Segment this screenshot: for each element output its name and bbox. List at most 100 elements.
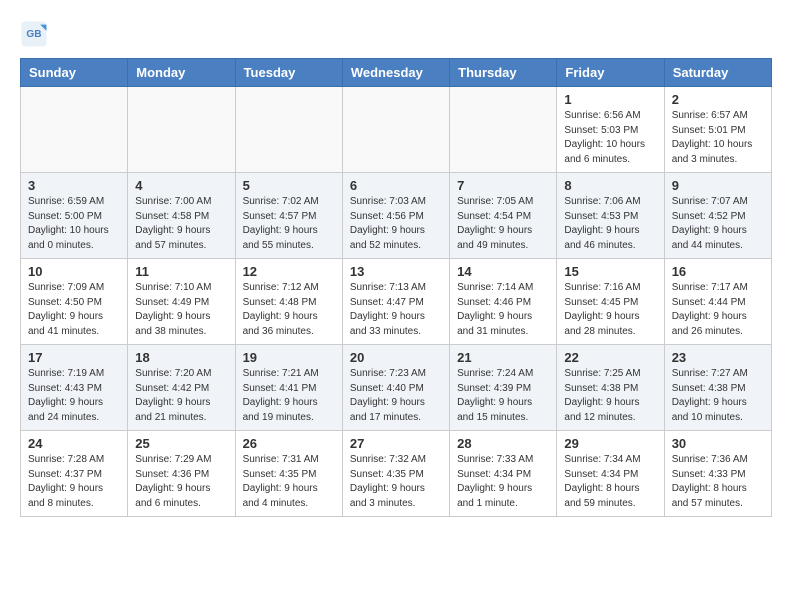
day-number: 19 (243, 350, 335, 365)
day-info: Sunrise: 7:09 AM Sunset: 4:50 PM Dayligh… (28, 281, 120, 339)
day-info: Sunrise: 7:27 AM Sunset: 4:38 PM Dayligh… (672, 367, 764, 425)
calendar-cell: 28 Sunrise: 7:33 AM Sunset: 4:34 PM Dayli… (450, 431, 557, 517)
calendar-cell: 2 Sunrise: 6:57 AM Sunset: 5:01 PM Daylig… (664, 87, 771, 173)
weekday-sunday: Sunday (21, 59, 128, 87)
day-info: Sunrise: 6:57 AM Sunset: 5:01 PM Dayligh… (672, 109, 764, 167)
day-number: 25 (135, 436, 227, 451)
day-number: 16 (672, 264, 764, 279)
day-number: 9 (672, 178, 764, 193)
header: GB (20, 16, 772, 48)
day-number: 3 (28, 178, 120, 193)
day-info: Sunrise: 6:56 AM Sunset: 5:03 PM Dayligh… (564, 109, 656, 167)
day-info: Sunrise: 7:02 AM Sunset: 4:57 PM Dayligh… (243, 195, 335, 253)
calendar-row-0: 1 Sunrise: 6:56 AM Sunset: 5:03 PM Daylig… (21, 87, 772, 173)
day-number: 28 (457, 436, 549, 451)
calendar-cell: 25 Sunrise: 7:29 AM Sunset: 4:36 PM Dayli… (128, 431, 235, 517)
day-number: 22 (564, 350, 656, 365)
day-info: Sunrise: 7:16 AM Sunset: 4:45 PM Dayligh… (564, 281, 656, 339)
day-info: Sunrise: 7:34 AM Sunset: 4:34 PM Dayligh… (564, 453, 656, 511)
day-info: Sunrise: 7:06 AM Sunset: 4:53 PM Dayligh… (564, 195, 656, 253)
calendar-cell: 23 Sunrise: 7:27 AM Sunset: 4:38 PM Dayli… (664, 345, 771, 431)
calendar-cell: 6 Sunrise: 7:03 AM Sunset: 4:56 PM Daylig… (342, 173, 449, 259)
calendar-cell (235, 87, 342, 173)
day-number: 11 (135, 264, 227, 279)
calendar-cell: 4 Sunrise: 7:00 AM Sunset: 4:58 PM Daylig… (128, 173, 235, 259)
day-number: 2 (672, 92, 764, 107)
weekday-friday: Friday (557, 59, 664, 87)
day-info: Sunrise: 7:13 AM Sunset: 4:47 PM Dayligh… (350, 281, 442, 339)
day-info: Sunrise: 7:05 AM Sunset: 4:54 PM Dayligh… (457, 195, 549, 253)
day-info: Sunrise: 7:32 AM Sunset: 4:35 PM Dayligh… (350, 453, 442, 511)
day-number: 24 (28, 436, 120, 451)
weekday-thursday: Thursday (450, 59, 557, 87)
calendar-cell: 14 Sunrise: 7:14 AM Sunset: 4:46 PM Dayli… (450, 259, 557, 345)
logo-icon: GB (20, 20, 48, 48)
calendar-cell: 7 Sunrise: 7:05 AM Sunset: 4:54 PM Daylig… (450, 173, 557, 259)
day-info: Sunrise: 7:28 AM Sunset: 4:37 PM Dayligh… (28, 453, 120, 511)
calendar-cell: 5 Sunrise: 7:02 AM Sunset: 4:57 PM Daylig… (235, 173, 342, 259)
day-number: 14 (457, 264, 549, 279)
calendar-cell (21, 87, 128, 173)
calendar-cell: 16 Sunrise: 7:17 AM Sunset: 4:44 PM Dayli… (664, 259, 771, 345)
calendar-cell: 24 Sunrise: 7:28 AM Sunset: 4:37 PM Dayli… (21, 431, 128, 517)
day-number: 1 (564, 92, 656, 107)
day-info: Sunrise: 7:07 AM Sunset: 4:52 PM Dayligh… (672, 195, 764, 253)
calendar-cell: 8 Sunrise: 7:06 AM Sunset: 4:53 PM Daylig… (557, 173, 664, 259)
day-info: Sunrise: 7:23 AM Sunset: 4:40 PM Dayligh… (350, 367, 442, 425)
day-info: Sunrise: 7:29 AM Sunset: 4:36 PM Dayligh… (135, 453, 227, 511)
day-info: Sunrise: 7:17 AM Sunset: 4:44 PM Dayligh… (672, 281, 764, 339)
calendar-cell: 19 Sunrise: 7:21 AM Sunset: 4:41 PM Dayli… (235, 345, 342, 431)
calendar-cell: 13 Sunrise: 7:13 AM Sunset: 4:47 PM Dayli… (342, 259, 449, 345)
calendar-cell: 21 Sunrise: 7:24 AM Sunset: 4:39 PM Dayli… (450, 345, 557, 431)
calendar-cell: 1 Sunrise: 6:56 AM Sunset: 5:03 PM Daylig… (557, 87, 664, 173)
day-number: 27 (350, 436, 442, 451)
calendar-row-2: 10 Sunrise: 7:09 AM Sunset: 4:50 PM Dayli… (21, 259, 772, 345)
calendar-cell: 30 Sunrise: 7:36 AM Sunset: 4:33 PM Dayli… (664, 431, 771, 517)
day-info: Sunrise: 7:25 AM Sunset: 4:38 PM Dayligh… (564, 367, 656, 425)
day-number: 10 (28, 264, 120, 279)
day-info: Sunrise: 7:00 AM Sunset: 4:58 PM Dayligh… (135, 195, 227, 253)
calendar-cell: 29Sunrise: 7:34 AM Sunset: 4:34 PM Dayli… (557, 431, 664, 517)
calendar-cell (342, 87, 449, 173)
weekday-monday: Monday (128, 59, 235, 87)
day-number: 7 (457, 178, 549, 193)
day-number: 23 (672, 350, 764, 365)
weekday-tuesday: Tuesday (235, 59, 342, 87)
day-info: Sunrise: 7:20 AM Sunset: 4:42 PM Dayligh… (135, 367, 227, 425)
day-info: Sunrise: 7:21 AM Sunset: 4:41 PM Dayligh… (243, 367, 335, 425)
calendar-row-3: 17Sunrise: 7:19 AM Sunset: 4:43 PM Dayli… (21, 345, 772, 431)
day-info: Sunrise: 7:12 AM Sunset: 4:48 PM Dayligh… (243, 281, 335, 339)
calendar-cell: 3Sunrise: 6:59 AM Sunset: 5:00 PM Daylig… (21, 173, 128, 259)
day-number: 17 (28, 350, 120, 365)
calendar-cell: 26 Sunrise: 7:31 AM Sunset: 4:35 PM Dayli… (235, 431, 342, 517)
calendar-cell: 15 Sunrise: 7:16 AM Sunset: 4:45 PM Dayli… (557, 259, 664, 345)
svg-text:GB: GB (26, 29, 41, 40)
day-number: 20 (350, 350, 442, 365)
calendar-cell: 10 Sunrise: 7:09 AM Sunset: 4:50 PM Dayli… (21, 259, 128, 345)
day-number: 4 (135, 178, 227, 193)
day-number: 6 (350, 178, 442, 193)
calendar-row-4: 24 Sunrise: 7:28 AM Sunset: 4:37 PM Dayli… (21, 431, 772, 517)
day-info: Sunrise: 7:31 AM Sunset: 4:35 PM Dayligh… (243, 453, 335, 511)
calendar-cell: 27 Sunrise: 7:32 AM Sunset: 4:35 PM Dayli… (342, 431, 449, 517)
calendar-cell: 12Sunrise: 7:12 AM Sunset: 4:48 PM Dayli… (235, 259, 342, 345)
day-number: 5 (243, 178, 335, 193)
day-info: Sunrise: 7:33 AM Sunset: 4:34 PM Dayligh… (457, 453, 549, 511)
calendar-cell: 22 Sunrise: 7:25 AM Sunset: 4:38 PM Dayli… (557, 345, 664, 431)
day-info: Sunrise: 7:24 AM Sunset: 4:39 PM Dayligh… (457, 367, 549, 425)
day-info: Sunrise: 7:03 AM Sunset: 4:56 PM Dayligh… (350, 195, 442, 253)
day-info: Sunrise: 7:14 AM Sunset: 4:46 PM Dayligh… (457, 281, 549, 339)
weekday-saturday: Saturday (664, 59, 771, 87)
calendar-cell: 20 Sunrise: 7:23 AM Sunset: 4:40 PM Dayli… (342, 345, 449, 431)
day-number: 30 (672, 436, 764, 451)
logo: GB (20, 20, 50, 48)
calendar-cell: 17Sunrise: 7:19 AM Sunset: 4:43 PM Dayli… (21, 345, 128, 431)
day-info: Sunrise: 7:36 AM Sunset: 4:33 PM Dayligh… (672, 453, 764, 511)
day-number: 26 (243, 436, 335, 451)
day-number: 21 (457, 350, 549, 365)
day-number: 15 (564, 264, 656, 279)
day-number: 8 (564, 178, 656, 193)
calendar-cell: 9 Sunrise: 7:07 AM Sunset: 4:52 PM Daylig… (664, 173, 771, 259)
day-number: 13 (350, 264, 442, 279)
weekday-wednesday: Wednesday (342, 59, 449, 87)
